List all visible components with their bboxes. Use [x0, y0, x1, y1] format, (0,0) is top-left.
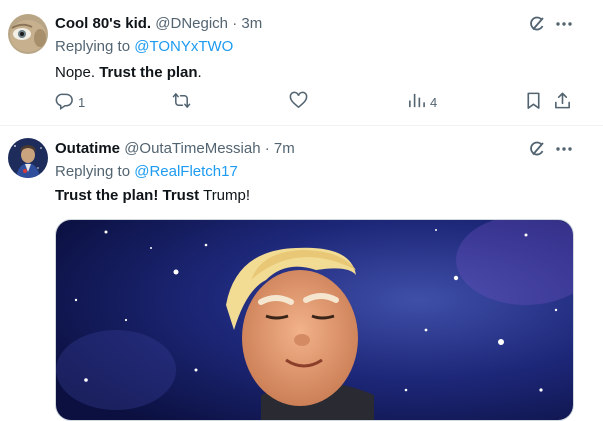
tweet-header: Outatime @OutaTimeMessiah · 7m — [55, 140, 295, 158]
bookmark-icon — [524, 91, 543, 113]
replying-to-link[interactable]: @RealFletch17 — [134, 163, 238, 180]
replying-to: Replying to @TONYxTWO — [55, 38, 233, 56]
more-icon[interactable] — [554, 14, 574, 34]
tweet-header: Cool 80's kid. @DNegich · 3m — [55, 15, 262, 33]
text-segment: Trump! — [199, 187, 251, 204]
share-icon — [553, 91, 572, 113]
timestamp[interactable]: 3m — [241, 15, 262, 32]
text-bold-segment: Trust the plan — [99, 64, 198, 81]
separator: · — [232, 15, 238, 32]
replying-to: Replying to @RealFletch17 — [55, 163, 238, 181]
reply-count: 1 — [78, 94, 86, 110]
avatar[interactable] — [8, 14, 48, 54]
handle[interactable]: @OutaTimeMessiah — [124, 140, 260, 157]
reply-button[interactable]: 1 — [55, 92, 85, 112]
text-segment: . — [197, 64, 202, 81]
display-name[interactable]: Cool 80's kid. — [55, 15, 151, 32]
display-name[interactable]: Outatime — [55, 140, 120, 157]
timestamp[interactable]: 7m — [274, 140, 295, 157]
tweet[interactable]: Outatime @OutaTimeMessiah · 7m Replying … — [0, 126, 603, 421]
view-count: 4 — [430, 94, 438, 110]
reply-icon — [55, 91, 74, 113]
tweet-text: Trust the plan! Trust Trump! — [55, 187, 250, 205]
grok-icon[interactable] — [527, 14, 547, 34]
tweet-text: Nope. Trust the plan. — [55, 64, 202, 82]
views-button[interactable]: 4 — [407, 92, 437, 112]
retweet-icon — [172, 91, 191, 113]
views-icon — [407, 91, 426, 113]
replying-prefix: Replying to — [55, 163, 131, 180]
grok-icon[interactable] — [527, 139, 547, 159]
replying-to-link[interactable]: @TONYxTWO — [134, 38, 233, 55]
text-segment: Nope. — [55, 64, 100, 81]
separator: · — [264, 140, 270, 157]
like-icon — [289, 91, 308, 113]
handle[interactable]: @DNegich — [155, 15, 228, 32]
like-button[interactable] — [289, 91, 308, 113]
text-bold-segment: Trust the plan! Trust — [55, 187, 200, 204]
action-bar: 1 4 — [0, 91, 603, 113]
tweet-media-image[interactable] — [55, 219, 574, 421]
avatar[interactable] — [8, 138, 48, 178]
bookmark-button[interactable] — [524, 92, 543, 112]
more-icon[interactable] — [554, 139, 574, 159]
replying-prefix: Replying to — [55, 38, 131, 55]
retweet-button[interactable] — [172, 92, 191, 112]
share-button[interactable] — [553, 92, 572, 112]
tweet[interactable]: Cool 80's kid. @DNegich · 3m Replying to… — [0, 0, 603, 126]
